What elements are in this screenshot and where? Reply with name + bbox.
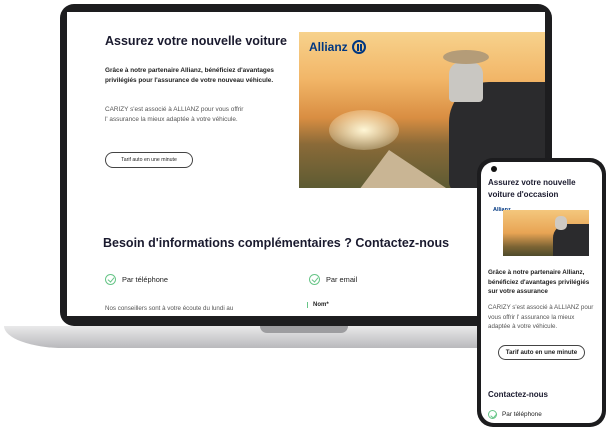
laptop-notch [260, 326, 348, 333]
phone-option-label[interactable]: Par téléphone [122, 275, 168, 284]
phone-screen: Assurez votre nouvelle voiture d'occasio… [481, 162, 602, 423]
device-mockup: Assurez votre nouvelle voiture Grâce à n… [0, 0, 608, 431]
email-option-label[interactable]: Par email [326, 275, 357, 284]
mobile-contact-heading: Contactez-nous [488, 390, 548, 399]
mobile-phone-option-label[interactable]: Par téléphone [502, 411, 542, 418]
mobile-hero-image [503, 210, 589, 256]
check-circle-icon [309, 274, 320, 285]
contact-heading: Besoin d'informations complémentaires ? … [103, 236, 450, 250]
check-circle-icon [105, 274, 116, 285]
body-text: CARIZY s'est associé à ALLIANZ pour vous… [105, 106, 244, 123]
mobile-page-title: Assurez votre nouvelle voiture d'occasio… [488, 178, 576, 199]
allianz-logo-text: Allianz [309, 40, 348, 54]
check-circle-icon [488, 410, 497, 419]
hat-shape [443, 50, 489, 64]
woman-shape [449, 62, 483, 102]
woman-shape [555, 216, 567, 230]
phone-hours-text: Nos conseillers sont à votre écoute du l… [105, 305, 234, 312]
allianz-mark-icon [351, 40, 366, 54]
camera-icon [491, 166, 497, 172]
page-title: Assurez votre nouvelle voiture [105, 34, 288, 48]
name-field-label: Nom* [307, 302, 329, 308]
laptop-screen: Assurez votre nouvelle voiture Grâce à n… [67, 12, 545, 316]
mobile-lead-text: Grâce à notre partenaire Allianz, bénéfi… [488, 269, 590, 295]
mobile-body-text: CARIZY s'est associé à ALLIANZ pour vous… [488, 304, 594, 330]
mobile-tarif-button[interactable]: Tarif auto en une minute [498, 345, 585, 360]
allianz-logo: Allianz [309, 40, 366, 54]
tarif-button[interactable]: Tarif auto en une minute [105, 152, 193, 168]
lead-text: Grâce à notre partenaire Allianz, bénéfi… [105, 67, 274, 84]
